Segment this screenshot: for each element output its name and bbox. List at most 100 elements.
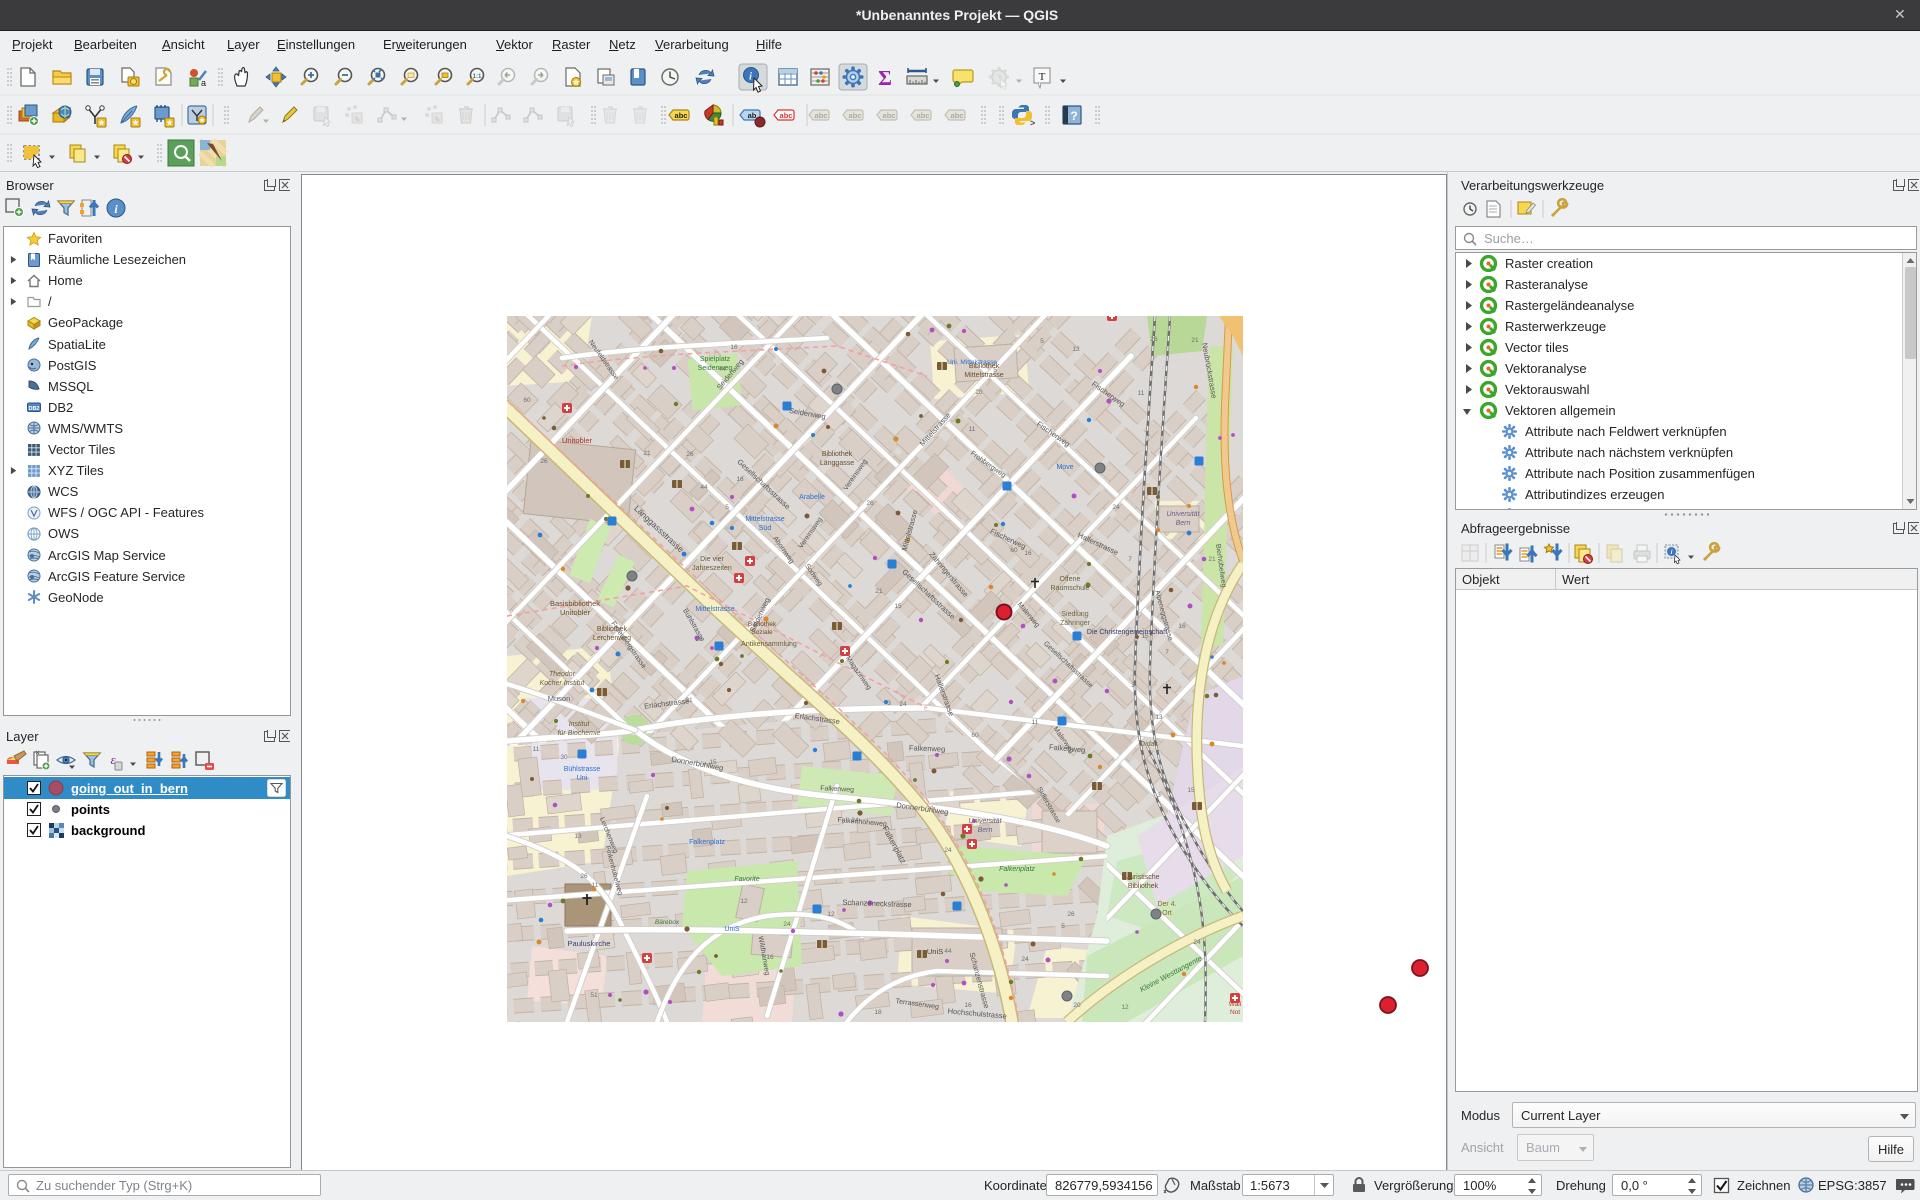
svg-text:24: 24 (783, 921, 791, 928)
svg-text:26: 26 (1150, 336, 1158, 343)
svg-text:abc: abc (815, 111, 828, 120)
svg-text:5: 5 (1040, 338, 1044, 345)
svg-text:60: 60 (971, 732, 979, 739)
svg-text:Pauluskirche: Pauluskirche (568, 939, 611, 948)
svg-text:?: ? (1070, 109, 1077, 123)
svg-text:44: 44 (700, 484, 708, 491)
svg-text:Zähringer: Zähringer (1060, 620, 1091, 627)
svg-text:20: 20 (695, 636, 703, 643)
svg-text:Universität: Universität (968, 818, 1002, 825)
svg-text:13: 13 (1155, 714, 1163, 721)
svg-text:5: 5 (993, 367, 997, 374)
svg-text:Bibliothek: Bibliothek (1128, 883, 1159, 890)
svg-text:T: T (1039, 71, 1046, 83)
svg-text:11: 11 (533, 746, 540, 753)
svg-text:Arabelle: Arabelle (799, 494, 825, 501)
svg-text:13: 13 (1072, 346, 1080, 353)
svg-text:11: 11 (1032, 719, 1039, 726)
svg-text:Süd: Süd (759, 525, 772, 532)
svg-text:24: 24 (899, 701, 907, 708)
svg-text:12: 12 (827, 911, 835, 918)
svg-text:21: 21 (685, 697, 693, 704)
svg-text:ab: ab (748, 111, 757, 120)
svg-text:Bibliothek: Bibliothek (597, 626, 628, 633)
svg-text:11: 11 (1138, 390, 1145, 397)
svg-text:Muson: Muson (548, 694, 571, 703)
svg-text:Unitobler: Unitobler (562, 436, 593, 445)
svg-text:Antikensammlung: Antikensammlung (741, 641, 797, 648)
svg-text:16: 16 (766, 954, 774, 961)
svg-text:12: 12 (740, 898, 748, 905)
svg-text:20: 20 (975, 389, 983, 396)
svg-text:Falkenplatz: Falkenplatz (999, 866, 1035, 873)
svg-text:21: 21 (1208, 556, 1216, 563)
svg-text:44: 44 (718, 366, 726, 373)
svg-text:Der 4.: Der 4. (1157, 901, 1176, 908)
svg-text:26: 26 (686, 451, 694, 458)
svg-text:Jahreszeiten: Jahreszeiten (692, 565, 732, 572)
svg-text:Bärebox: Bärebox (655, 919, 680, 926)
svg-text:24: 24 (1021, 956, 1029, 963)
svg-text:11: 11 (592, 882, 599, 889)
svg-text:a: a (201, 78, 206, 88)
svg-text:UniS: UniS (724, 926, 740, 933)
svg-text:Bern: Bern (978, 827, 993, 834)
svg-text:7: 7 (1165, 649, 1169, 656)
svg-text:16: 16 (736, 476, 744, 483)
svg-text:Institut: Institut (569, 721, 591, 728)
svg-text:abc: abc (780, 111, 793, 120)
svg-text:Die Christengemeinschaft: Die Christengemeinschaft (1087, 629, 1167, 636)
svg-text:Uni. Mittelstrasse: Uni. Mittelstrasse (947, 359, 997, 366)
svg-text:26: 26 (866, 500, 874, 507)
svg-text:30: 30 (560, 754, 568, 761)
svg-text:UniS: UniS (927, 947, 943, 956)
svg-text:Spielplatz: Spielplatz (700, 356, 731, 363)
svg-text:Bühlstrasse: Bühlstrasse (564, 766, 601, 773)
svg-text:Unitobler: Unitobler (560, 608, 591, 617)
svg-text:Mittelstrasse: Mittelstrasse (745, 516, 784, 523)
svg-text:16: 16 (964, 1002, 972, 1009)
svg-text:für Biochemie: für Biochemie (558, 730, 601, 737)
svg-text:44: 44 (944, 948, 952, 955)
svg-text:15: 15 (709, 759, 717, 766)
svg-text:Not: Not (1230, 1009, 1240, 1016)
svg-text:7: 7 (1128, 556, 1132, 563)
svg-text:15: 15 (894, 603, 902, 610)
svg-text:18: 18 (874, 1009, 882, 1016)
svg-text:Falkenplatz: Falkenplatz (689, 839, 725, 846)
svg-text:>: > (1030, 118, 1035, 128)
svg-text:Basisbibliothek: Basisbibliothek (550, 599, 600, 608)
svg-text:Bibliothek: Bibliothek (748, 621, 777, 628)
svg-text:24: 24 (1193, 939, 1201, 946)
svg-text:60: 60 (1010, 547, 1018, 554)
svg-text:Kocher Institut: Kocher Institut (540, 680, 586, 687)
svg-text:16: 16 (1178, 623, 1186, 630)
svg-text:Juristische: Juristische (1126, 874, 1159, 881)
svg-text:Σ: Σ (878, 66, 892, 90)
svg-text:Move: Move (1056, 464, 1073, 471)
svg-text:Soziale: Soziale (751, 629, 773, 636)
svg-text:abc: abc (849, 111, 862, 120)
svg-text:21: 21 (643, 450, 651, 457)
svg-text:DB2: DB2 (28, 406, 39, 412)
svg-text:Lerchenweg: Lerchenweg (593, 635, 631, 642)
svg-text:Bibliothek: Bibliothek (822, 451, 853, 458)
svg-text:Didac: Didac (1140, 741, 1158, 748)
svg-text:24: 24 (851, 817, 859, 824)
svg-text:Siedlung: Siedlung (1061, 611, 1088, 618)
svg-text:Seidenweg: Seidenweg (698, 365, 733, 372)
svg-text:21: 21 (1191, 337, 1199, 344)
svg-text:20: 20 (1073, 1002, 1081, 1009)
svg-text:Favorite: Favorite (734, 876, 759, 883)
svg-text:Falkenweg: Falkenweg (909, 743, 946, 753)
svg-text:13: 13 (574, 833, 582, 840)
svg-text:1:1: 1:1 (473, 74, 482, 80)
svg-text:3: 3 (1131, 682, 1135, 689)
svg-text:abc: abc (675, 111, 688, 120)
svg-text:abc: abc (883, 111, 896, 120)
svg-text:Mittelstrasse: Mittelstrasse (964, 372, 1003, 379)
svg-text:3: 3 (887, 700, 891, 707)
svg-text:60: 60 (523, 397, 531, 404)
svg-text:abc: abc (951, 111, 964, 120)
svg-text:Die vier: Die vier (700, 556, 724, 563)
